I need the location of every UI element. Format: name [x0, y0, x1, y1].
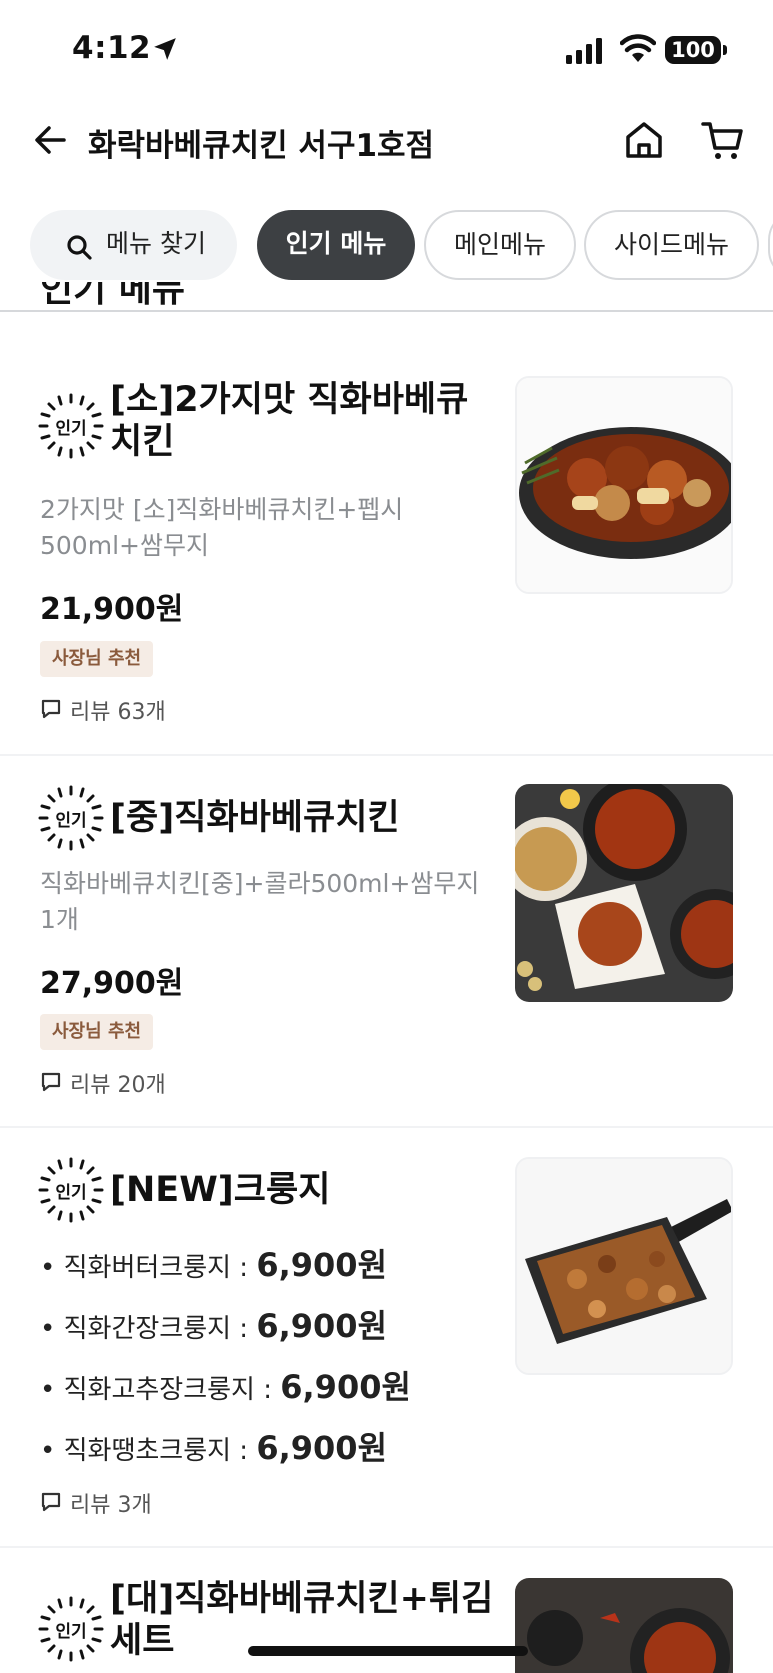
wifi-icon — [620, 34, 656, 62]
section-title: 인기 메뉴 — [40, 282, 340, 318]
owner-recommend-badge: 사장님 추천 — [40, 1014, 154, 1050]
menu-search-label: 메뉴 찾기 — [106, 229, 206, 258]
popular-badge-label: 인기 — [55, 1183, 87, 1203]
popular-badge-label: 인기 — [55, 811, 87, 831]
item-divider — [0, 1546, 773, 1548]
option-label: • 직화버터크룽지 : — [40, 1253, 257, 1283]
store-title: 화락바베큐치킨 서구1호점 — [88, 128, 435, 164]
popular-badge: 인기 — [38, 393, 104, 459]
option-price: 6,900원 — [256, 1307, 388, 1345]
option-price-line: • 직화간장크룽지 : 6,900원 — [40, 1301, 387, 1347]
menu-item-description: 2가지맛 [소]직화바베큐치킨+펩시500ml+쌈무지 — [40, 495, 404, 560]
popular-badge-label: 인기 — [55, 1622, 87, 1642]
home-icon[interactable] — [622, 118, 666, 162]
menu-item-description: 직화바베큐치킨[중]+콜라500ml+쌈무지1개 — [40, 869, 480, 934]
chicken-set-image — [515, 1578, 733, 1673]
option-price: 6,900원 — [280, 1368, 411, 1406]
menu-item-price: 21,900원 — [40, 592, 184, 627]
option-price: 6,900원 — [256, 1246, 388, 1284]
popular-badge-label: 인기 — [55, 419, 87, 439]
tab-main-menu[interactable]: 메인메뉴 — [424, 210, 576, 280]
search-icon — [67, 235, 92, 260]
chicken-plate-image — [517, 378, 731, 592]
menu-item-image[interactable] — [515, 1578, 733, 1673]
owner-recommend-badge: 사장님 추천 — [40, 641, 154, 677]
cellular-signal-icon — [566, 38, 602, 64]
location-arrow-icon — [154, 38, 176, 60]
review-count-text: 리뷰 63개 — [70, 700, 166, 725]
tab-popular-menu[interactable]: 인기 메뉴 — [257, 210, 415, 280]
item-divider — [0, 754, 773, 756]
menu-item-price: 27,900원 — [40, 966, 184, 1001]
battery-tip — [723, 45, 727, 55]
item-divider — [0, 1126, 773, 1128]
tab-more[interactable] — [768, 210, 773, 280]
status-bar: 4:12 100 — [0, 0, 773, 100]
comment-icon — [41, 699, 61, 719]
menu-item-image[interactable] — [515, 1157, 733, 1375]
crispy-rice-pan-image — [517, 1159, 731, 1373]
comment-icon — [41, 1072, 61, 1092]
status-time: 4:12 — [72, 30, 152, 66]
option-label: • 직화땡초크룽지 : — [40, 1436, 257, 1466]
option-price-line: • 직화고추장크룽지 : 6,900원 — [40, 1362, 411, 1408]
battery-icon: 100 — [665, 36, 721, 64]
menu-category-tabs: 메뉴 찾기 인기 메뉴 메인메뉴 사이드메뉴 — [0, 208, 773, 284]
section-title-text: 인기 메뉴 — [40, 282, 186, 310]
chicken-spread-image — [515, 784, 733, 1002]
tab-side-menu[interactable]: 사이드메뉴 — [584, 210, 759, 280]
option-label: • 직화고추장크룽지 : — [40, 1375, 281, 1405]
home-indicator — [248, 1646, 528, 1656]
comment-icon — [41, 1492, 61, 1512]
review-count-text: 리뷰 20개 — [70, 1073, 166, 1098]
menu-item-name[interactable]: [NEW]크룽지 — [110, 1169, 490, 1211]
menu-item-image[interactable] — [515, 376, 733, 594]
battery-level: 100 — [671, 38, 715, 62]
review-count-text: 리뷰 3개 — [70, 1493, 152, 1518]
menu-item-image[interactable] — [515, 784, 733, 1002]
menu-item-name[interactable]: [중]직화바베큐치킨 — [110, 797, 490, 839]
popular-badge: 인기 — [38, 785, 104, 851]
menu-item-name[interactable]: [소]2가지맛 직화바베큐치킨 — [110, 379, 490, 463]
menu-search-button[interactable]: 메뉴 찾기 — [30, 210, 237, 280]
option-price-line: • 직화버터크룽지 : 6,900원 — [40, 1240, 387, 1286]
option-price-line: • 직화땡초크룽지 : 6,900원 — [40, 1423, 387, 1469]
cart-icon[interactable] — [700, 118, 746, 162]
back-arrow-icon[interactable] — [30, 120, 70, 160]
popular-badge: 인기 — [38, 1596, 104, 1662]
option-price: 6,900원 — [256, 1429, 388, 1467]
option-label: • 직화간장크룽지 : — [40, 1314, 257, 1344]
popular-badge: 인기 — [38, 1157, 104, 1223]
